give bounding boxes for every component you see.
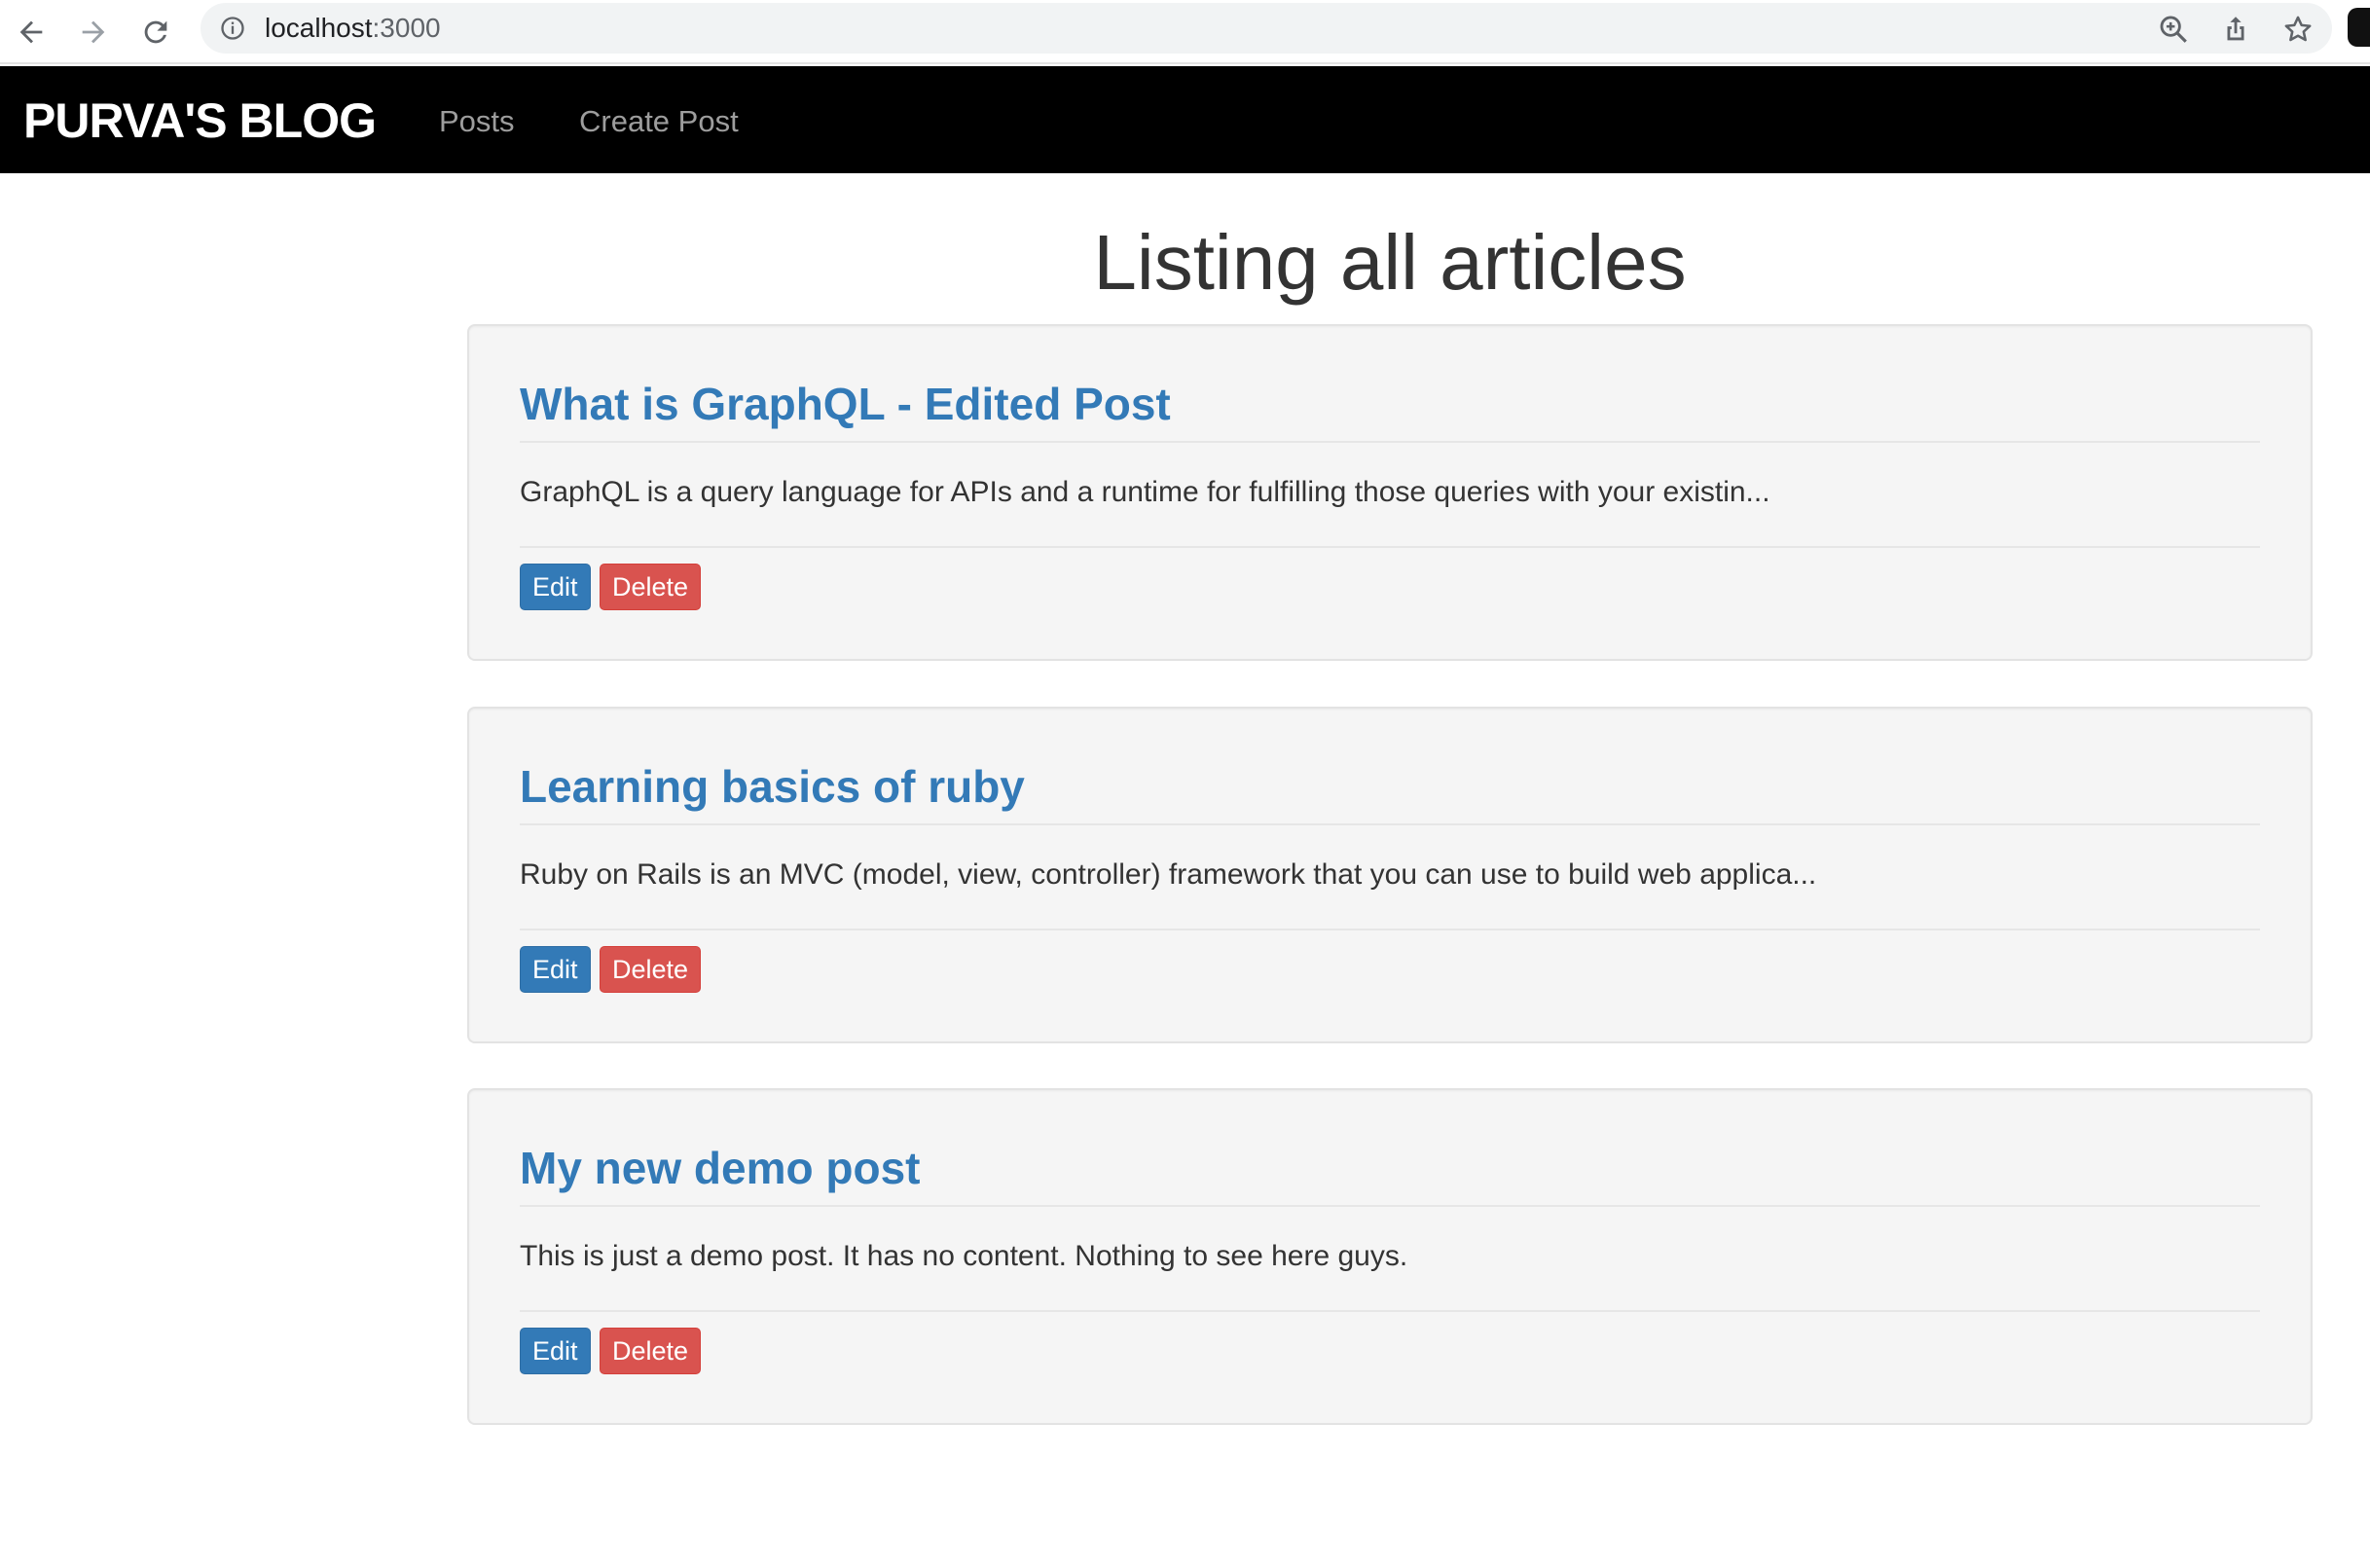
share-icon[interactable] <box>2219 13 2252 46</box>
nav-link-create-post[interactable]: Create Post <box>579 103 739 140</box>
article-card: My new demo post This is just a demo pos… <box>467 1088 2313 1425</box>
reload-icon <box>144 20 167 44</box>
article-title-link[interactable]: What is GraphQL - Edited Post <box>520 377 2260 443</box>
edit-button[interactable]: Edit <box>520 564 591 610</box>
site-navbar: PURVA'S BLOG Posts Create Post <box>0 66 2370 173</box>
delete-button[interactable]: Delete <box>600 564 702 610</box>
address-bar[interactable]: localhost:3000 <box>201 3 2332 54</box>
site-brand-link[interactable]: PURVA'S BLOG <box>23 93 377 148</box>
article-card: Learning basics of ruby Ruby on Rails is… <box>467 707 2313 1043</box>
nav-link-posts[interactable]: Posts <box>439 103 515 140</box>
arrow-left-icon <box>19 20 43 44</box>
delete-button[interactable]: Delete <box>600 946 702 993</box>
extension-icon[interactable] <box>2348 8 2370 47</box>
delete-button[interactable]: Delete <box>600 1328 702 1374</box>
edit-button[interactable]: Edit <box>520 1328 591 1374</box>
back-button[interactable] <box>8 9 55 55</box>
article-excerpt: Ruby on Rails is an MVC (model, view, co… <box>520 857 2260 930</box>
article-excerpt: This is just a demo post. It has no cont… <box>520 1238 2260 1312</box>
url-port: :3000 <box>372 13 441 43</box>
article-title-link[interactable]: My new demo post <box>520 1141 2260 1207</box>
browser-toolbar: localhost:3000 <box>0 0 2370 64</box>
info-icon[interactable] <box>219 15 246 42</box>
star-icon[interactable] <box>2281 13 2315 46</box>
article-excerpt: GraphQL is a query language for APIs and… <box>520 474 2260 548</box>
arrow-right-icon <box>82 20 105 44</box>
zoom-icon[interactable] <box>2157 13 2190 46</box>
url-text: localhost:3000 <box>265 12 441 45</box>
edit-button[interactable]: Edit <box>520 946 591 993</box>
article-card: What is GraphQL - Edited Post GraphQL is… <box>467 324 2313 661</box>
url-host: localhost <box>265 13 373 43</box>
forward-button[interactable] <box>70 9 117 55</box>
article-title-link[interactable]: Learning basics of ruby <box>520 759 2260 825</box>
page-title: Listing all articles <box>1093 219 1687 306</box>
reload-button[interactable] <box>132 9 179 55</box>
